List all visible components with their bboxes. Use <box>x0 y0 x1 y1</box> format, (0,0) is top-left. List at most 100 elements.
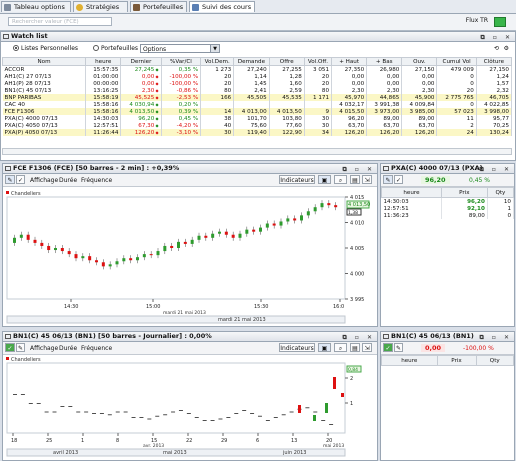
table-cell-off: 1,28 <box>269 73 305 80</box>
column-header[interactable]: heure <box>381 355 438 366</box>
zoom-icon[interactable]: ⌕ <box>334 175 347 184</box>
print-icon[interactable]: ▤ <box>350 175 360 184</box>
table-cell-name: FCE F1306 <box>2 108 86 115</box>
window-controls[interactable]: ⧉ ▫ ✕ <box>479 165 512 174</box>
settings-icon[interactable]: ⚙ <box>504 45 509 52</box>
table-row[interactable]: PXA(P) 4050 07/13 11:26:44 126,20 ◆ -3,10 %… <box>2 129 513 136</box>
column-header[interactable]: + Bas <box>366 57 403 66</box>
table-cell-clot: 46,705 <box>476 94 513 101</box>
x-tick-label: 13 <box>291 438 297 444</box>
menu-duree[interactable]: Durée <box>59 177 77 184</box>
chart-type-icon[interactable]: ▣ <box>318 175 331 184</box>
column-header[interactable]: Cumul Vol <box>436 57 477 66</box>
column-header[interactable]: Qty <box>486 187 515 198</box>
candle-body <box>54 248 57 251</box>
column-header[interactable]: Offre <box>268 57 305 66</box>
column-header[interactable]: Clôture <box>475 57 513 66</box>
window-controls[interactable]: ⧉ ▫ ✕ <box>480 33 513 42</box>
column-header[interactable]: Prix <box>436 355 477 366</box>
table-row[interactable]: FCE F1306 15:58:16 4 013,50 ◆ 0,39 % 14 4 013… <box>2 108 513 115</box>
list-item[interactable]: 14:30:03 96,20 10 <box>381 197 515 205</box>
indicators-button[interactable]: Indicateurs <box>279 343 315 352</box>
menu-affichage[interactable]: Affichage <box>30 177 58 184</box>
list-dropdown[interactable]: Options ▼ <box>140 44 220 53</box>
pointer-icon[interactable]: ✓ <box>394 175 403 184</box>
radio-portefeuilles[interactable] <box>93 45 99 51</box>
table-row[interactable]: ACCOR 15:57:35 27,245 ◆ 0,35 % 1 273 27,240 27… <box>2 65 513 73</box>
candle-body <box>279 221 283 226</box>
menu-affichage[interactable]: Affichage <box>30 345 58 352</box>
table-cell-dem: 101,70 <box>233 115 270 122</box>
column-header[interactable]: heure <box>84 57 122 66</box>
column-header[interactable]: Prix <box>440 187 488 198</box>
window-controls[interactable]: ⧉ ▫ ✕ <box>342 165 375 174</box>
menu-frequence[interactable]: Fréquence <box>81 177 112 184</box>
quote2-toolbar: ✓ ✎ 0,00 -100,00 % <box>381 342 514 355</box>
trade-cell: 0 <box>487 212 515 219</box>
table-cell-dernier: 2,30 ◆ <box>120 87 162 94</box>
table-cell-clot: 95,77 <box>476 115 513 122</box>
table-cell-voff: 20 <box>304 80 333 87</box>
chart1-canvas[interactable]: Chandeliers 4 015 4 010 4 005 4 000 3 995 4 01… <box>3 187 375 325</box>
table-cell-off: 103,80 <box>269 115 305 122</box>
table-cell-cumul: 20 <box>436 87 477 94</box>
menu-duree[interactable]: Durée <box>59 345 77 352</box>
zoom-icon[interactable]: ⌕ <box>334 343 347 352</box>
radio-listes[interactable] <box>13 45 19 51</box>
table-cell-ouv: 0,00 <box>401 73 438 80</box>
menu-frequence[interactable]: Fréquence <box>81 345 112 352</box>
pointer-icon[interactable]: ✎ <box>16 343 25 352</box>
column-header[interactable]: heure <box>381 187 442 198</box>
tab-tableau-options[interactable]: Tableau options <box>1 1 71 12</box>
table-row[interactable]: AH1(P) 28 07/13 00:00:00 0,00 ◆ -100,00 % 20… <box>2 80 513 87</box>
table-row[interactable]: PXA(C) 4050 07/13 12:57:51 67,30 ◆ -4,20 % 4… <box>2 122 513 129</box>
draw-line-icon[interactable]: ✓ <box>383 343 393 352</box>
draw-line-icon[interactable]: ✓ <box>5 343 15 352</box>
tab-suivi-des-cours[interactable]: Suivi des cours <box>189 1 255 12</box>
table-row[interactable]: AH1(C) 27 07/13 01:00:00 0,00 ◆ -100,00 % 20… <box>2 73 513 80</box>
chart2-canvas[interactable]: Chandeliers210,8418 25 1 8 15 22 29 6 13 20avr. 2… <box>3 355 375 459</box>
column-header[interactable]: %Var/Cl <box>160 57 202 66</box>
table-cell-haut: 2,30 <box>331 87 368 94</box>
refresh-icon[interactable]: ⟲ <box>494 45 499 52</box>
table-row[interactable]: PXA(C) 4000 07/13 14:30:03 96,20 ◆ 0,45 % 38… <box>2 115 513 122</box>
column-header[interactable]: Qty <box>475 355 515 366</box>
table-row[interactable]: CAC 40 15:58:16 4 030,94 ◆ 0,20 % 4 032,17 3 … <box>2 101 513 108</box>
export-icon[interactable]: ⇲ <box>362 175 372 184</box>
draw-line-icon[interactable]: ✎ <box>5 175 15 184</box>
window-controls[interactable]: ⧉ ▫ ✕ <box>342 333 375 342</box>
column-header[interactable]: Demande <box>233 57 270 66</box>
column-header[interactable]: Vol.Dem. <box>200 57 235 66</box>
pointer-icon[interactable]: ✎ <box>394 343 403 352</box>
column-header[interactable]: Vol.Off. <box>303 57 333 66</box>
trade-cell: 14:30:03 <box>381 197 442 205</box>
table-cell-var: -0,86 % <box>161 87 202 94</box>
table-cell-name: PXA(C) 4050 07/13 <box>2 122 86 129</box>
list-item[interactable]: 12:57:51 92,10 1 <box>381 205 515 212</box>
candle-body <box>341 393 344 397</box>
quote2-change: -100,00 % <box>463 345 494 352</box>
table-row[interactable]: BNP PARIBAS 15:58:19 45,525 ◆ -2,53 % 166 45,… <box>2 94 513 101</box>
window-controls[interactable]: ⧉ ▫ ✕ <box>479 333 512 342</box>
list-item[interactable]: 11:36:23 89,00 0 <box>381 212 515 219</box>
column-header[interactable]: + Haut <box>331 57 368 66</box>
column-header[interactable]: Nom <box>2 57 86 66</box>
tab-portefeuilles[interactable]: Portefeuilles <box>130 1 187 12</box>
watchlist-horizontal-scrollbar[interactable] <box>2 148 512 155</box>
search-input[interactable]: Rechercher valeur (FCE) <box>8 17 112 26</box>
indicators-button[interactable]: Indicateurs <box>279 175 315 184</box>
column-header[interactable]: Dernier <box>120 57 162 66</box>
column-header[interactable]: Ouv. <box>401 57 438 66</box>
tab-strategies[interactable]: Stratégies <box>73 1 128 12</box>
table-row[interactable]: BN1(C) 45 07/13 13:16:25 2,30 ◆ -0,86 % 80 2,… <box>2 87 513 94</box>
draw-line-icon[interactable]: ✎ <box>383 175 393 184</box>
pointer-icon[interactable]: ✓ <box>16 175 25 184</box>
table-cell-clot: 4 022,85 <box>476 101 513 108</box>
export-icon[interactable]: ⇲ <box>362 343 372 352</box>
table-cell-off: 122,90 <box>269 129 305 136</box>
chart-type-icon[interactable]: ▣ <box>318 343 331 352</box>
print-icon[interactable]: ▤ <box>350 343 360 352</box>
chevron-down-icon[interactable]: ▼ <box>210 45 219 52</box>
table-cell-bas: 44,865 <box>366 94 403 101</box>
candle-body <box>170 245 174 248</box>
